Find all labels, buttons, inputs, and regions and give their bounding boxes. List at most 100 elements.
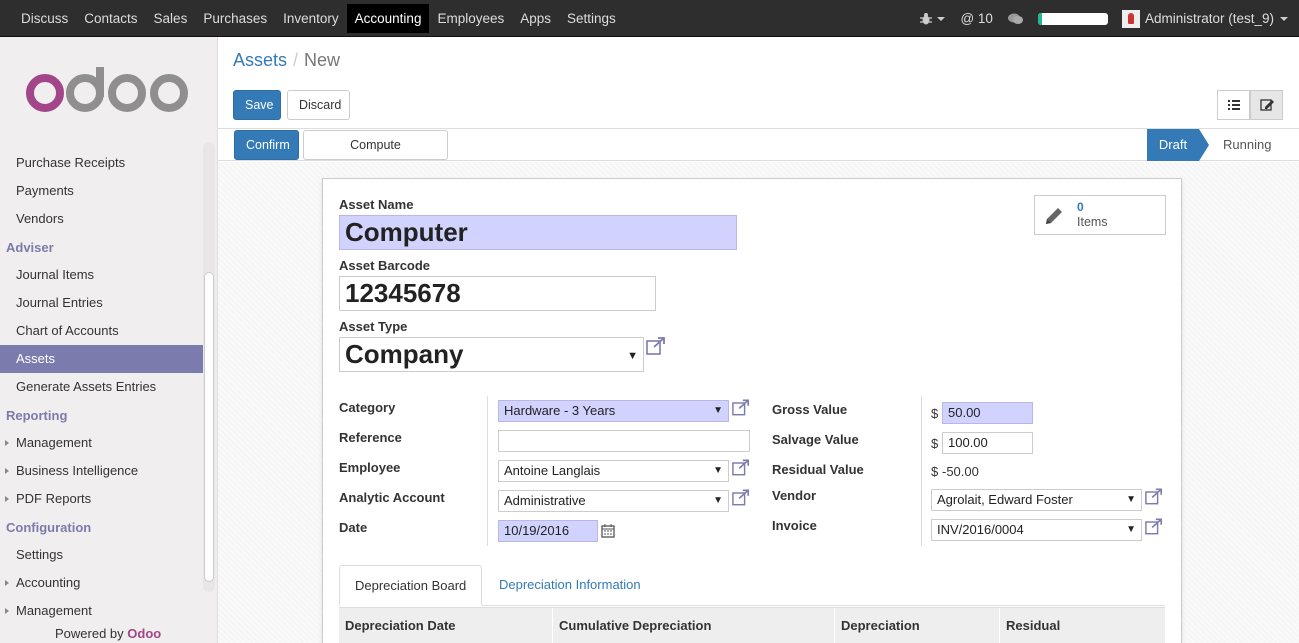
category-value: Hardware - 3 Years — [504, 403, 616, 418]
scrollbar-thumb[interactable] — [204, 272, 214, 582]
asset-name-label: Asset Name — [339, 197, 414, 212]
mentions-counter[interactable]: @ 10 — [960, 11, 992, 26]
tab-depreciation-board[interactable]: Depreciation Board — [339, 565, 483, 606]
sidebar-item-business-intelligence[interactable]: Business Intelligence — [0, 457, 203, 485]
menu-accounting[interactable]: Accounting — [346, 4, 430, 33]
breadcrumb: Assets / New — [233, 50, 340, 71]
breadcrumb-separator: / — [293, 50, 299, 70]
depreciation-table-header: Depreciation Date Cumulative Depreciatio… — [339, 607, 1165, 643]
column-cumulative-depreciation[interactable]: Cumulative Depreciation — [552, 608, 834, 643]
menu-discuss[interactable]: Discuss — [13, 0, 76, 37]
form-view-button[interactable] — [1250, 90, 1283, 120]
column-residual[interactable]: Residual — [999, 608, 1149, 643]
category-select[interactable]: Hardware - 3 Years ▼ — [498, 400, 729, 422]
sidebar-header-configuration[interactable]: Configuration — [0, 513, 203, 541]
analytic-account-value: Administrative — [504, 493, 586, 508]
menu-settings[interactable]: Settings — [559, 0, 624, 37]
vendor-label: Vendor — [772, 488, 817, 503]
items-label: Items — [1077, 215, 1108, 229]
bug-icon — [920, 12, 933, 24]
odoo-logo[interactable] — [25, 67, 193, 120]
caret-down-icon — [1280, 16, 1288, 21]
external-link-icon[interactable] — [1145, 518, 1163, 535]
menu-purchases[interactable]: Purchases — [195, 0, 275, 37]
calendar-icon[interactable] — [601, 524, 615, 538]
external-link-icon[interactable] — [646, 337, 666, 355]
sidebar-item-management[interactable]: Management — [0, 429, 203, 457]
odoo-logo-icon — [26, 67, 188, 112]
user-menu[interactable]: Administrator (test_9) — [1121, 9, 1289, 28]
currency-symbol: $ — [931, 436, 939, 451]
sidebar-item-payments[interactable]: Payments — [0, 177, 203, 205]
sidebar-item-chart-of-accounts[interactable]: Chart of Accounts — [0, 317, 203, 345]
items-count: 0 — [1077, 200, 1084, 214]
analytic-account-select[interactable]: Administrative ▼ — [498, 490, 729, 512]
sidebar-item-journal-items[interactable]: Journal Items — [0, 261, 203, 289]
caret-down-icon: ▼ — [713, 465, 723, 476]
menu-apps[interactable]: Apps — [512, 0, 559, 37]
progress-widget[interactable] — [1037, 12, 1108, 25]
sidebar-header-adviser[interactable]: Adviser — [0, 233, 203, 261]
asset-type-label: Asset Type — [339, 319, 408, 334]
list-view-button[interactable] — [1217, 90, 1250, 120]
sidebar-scrollbar[interactable] — [203, 142, 215, 592]
menu-contacts[interactable]: Contacts — [76, 0, 145, 37]
status-draft[interactable]: Draft — [1147, 129, 1209, 161]
external-link-icon[interactable] — [1145, 488, 1163, 505]
asset-barcode-input[interactable]: 12345678 — [339, 276, 656, 311]
mentions-text: @ 10 — [960, 11, 993, 26]
breadcrumb-assets-link[interactable]: Assets — [233, 50, 287, 70]
column-depreciation-date[interactable]: Depreciation Date — [339, 608, 552, 643]
external-link-icon[interactable] — [732, 489, 750, 506]
external-link-icon[interactable] — [732, 399, 750, 416]
top-navbar: Discuss Contacts Sales Purchases Invento… — [0, 0, 1299, 37]
residual-value-label: Residual Value — [772, 462, 864, 477]
asset-type-select[interactable]: Company ▼ — [339, 337, 644, 372]
progress-bar — [1037, 12, 1108, 25]
salvage-value-label: Salvage Value — [772, 432, 859, 447]
confirm-button[interactable]: Confirm — [234, 130, 299, 160]
asset-name-input[interactable]: Computer — [339, 215, 737, 250]
invoice-value: INV/2016/0004 — [937, 522, 1024, 537]
chat-button[interactable] — [1007, 12, 1024, 26]
sidebar-item-assets[interactable]: Assets — [0, 345, 203, 373]
date-label: Date — [339, 520, 368, 535]
vendor-select[interactable]: Agrolait, Edward Foster ▼ — [931, 489, 1142, 511]
status-running[interactable]: Running — [1223, 129, 1271, 161]
avatar — [1121, 9, 1140, 28]
salvage-value-input[interactable]: 100.00 — [942, 432, 1033, 454]
sidebar-item-purchase-receipts[interactable]: Purchase Receipts — [0, 149, 203, 177]
pencil-icon — [1046, 208, 1062, 224]
sidebar-header-reporting[interactable]: Reporting — [0, 401, 203, 429]
menu-employees[interactable]: Employees — [429, 0, 512, 37]
user-name: Administrator (test_9) — [1144, 11, 1274, 26]
sidebar-item-config-management[interactable]: Management — [0, 597, 203, 625]
sidebar-item-generate-assets-entries[interactable]: Generate Assets Entries — [0, 373, 203, 401]
sidebar-item-pdf-reports[interactable]: PDF Reports — [0, 485, 203, 513]
discard-button[interactable]: Discard — [287, 90, 350, 120]
sidebar: Purchase Receipts Payments Vendors Advis… — [0, 37, 218, 643]
sidebar-item-accounting[interactable]: Accounting — [0, 569, 203, 597]
reference-input[interactable] — [498, 430, 750, 452]
tab-depreciation-information[interactable]: Depreciation Information — [484, 565, 656, 606]
menu-sales[interactable]: Sales — [146, 0, 196, 37]
edit-icon — [1260, 99, 1274, 111]
sidebar-item-settings[interactable]: Settings — [0, 541, 203, 569]
invoice-select[interactable]: INV/2016/0004 ▼ — [931, 519, 1142, 541]
sidebar-item-vendors[interactable]: Vendors — [0, 205, 203, 233]
column-depreciation[interactable]: Depreciation — [834, 608, 999, 643]
currency-symbol: $ — [931, 464, 939, 479]
external-link-icon[interactable] — [732, 459, 750, 476]
menu-inventory[interactable]: Inventory — [275, 0, 347, 37]
date-input[interactable]: 10/19/2016 — [498, 520, 598, 542]
employee-select[interactable]: Antoine Langlais ▼ — [498, 460, 729, 482]
powered-by-link[interactable]: Odoo — [127, 626, 161, 641]
debug-menu[interactable] — [919, 12, 946, 26]
save-button[interactable]: Save — [233, 90, 281, 120]
gross-value-input[interactable]: 50.00 — [942, 402, 1033, 424]
items-smart-button[interactable]: 0 Items — [1034, 195, 1166, 235]
compute-depreciation-button[interactable]: Compute Depreciation — [303, 130, 448, 180]
sidebar-item-journal-entries[interactable]: Journal Entries — [0, 289, 203, 317]
caret-down-icon: ▼ — [713, 495, 723, 506]
caret-down-icon: ▼ — [713, 405, 723, 416]
